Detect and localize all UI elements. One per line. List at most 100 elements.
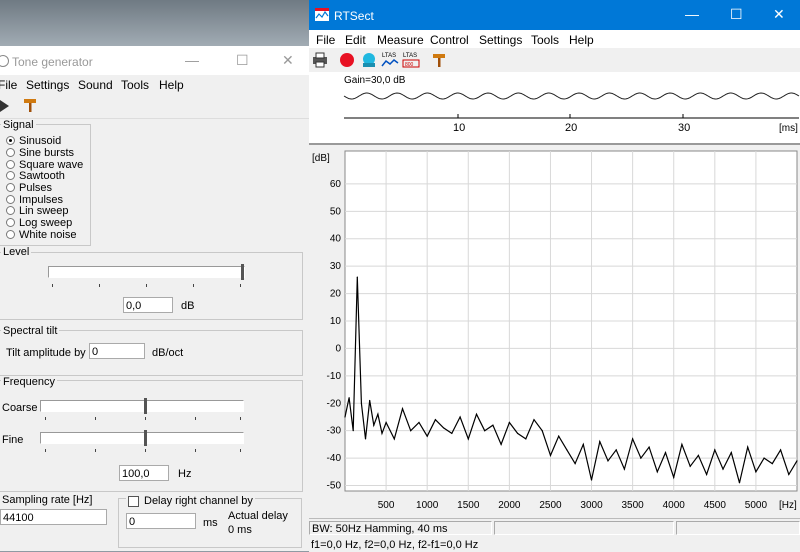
radio-pulses[interactable]: Pulses [6, 182, 52, 194]
menu-settings[interactable]: Settings [479, 33, 522, 47]
data-point [426, 435, 428, 437]
data-point [599, 441, 601, 443]
slider-tick [99, 284, 100, 287]
coarse-slider[interactable] [40, 400, 244, 412]
menu-edit[interactable]: Edit [345, 33, 366, 47]
status-bar: BW: 50Hz Hamming, 40 ms f1=0,0 Hz, f2=0,… [309, 518, 800, 552]
y-tick-label: -30 [327, 426, 342, 437]
radio-lin-sweep[interactable]: Lin sweep [6, 205, 69, 217]
data-point [664, 452, 667, 454]
checkbox-icon [128, 495, 139, 507]
x-tick-label: 3000 [580, 500, 603, 511]
menu-control[interactable]: Control [430, 33, 469, 47]
fine-slider[interactable] [40, 432, 244, 444]
tone-generator-window: Tone generator — ☐ ✕ File Settings Sound… [0, 46, 310, 551]
radio-sinusoid[interactable]: Sinusoid [6, 135, 61, 147]
y-tick-label: -10 [327, 371, 342, 382]
data-point [788, 473, 790, 476]
radio-log-sweep[interactable]: Log sweep [6, 217, 72, 229]
data-point [377, 413, 379, 415]
sampling-rate-input[interactable]: 44100 [0, 509, 107, 525]
minimize-icon[interactable]: — [685, 6, 699, 22]
monitor-icon[interactable] [361, 52, 377, 68]
data-point [706, 473, 708, 476]
tools-icon[interactable] [431, 51, 447, 69]
level-slider[interactable] [48, 266, 245, 278]
data-point [763, 457, 765, 459]
data-point [558, 435, 560, 437]
data-point [697, 454, 699, 456]
coarse-slider-thumb[interactable] [144, 398, 147, 414]
radio-icon [6, 229, 15, 239]
app-icon [315, 8, 329, 21]
minimize-icon[interactable]: — [185, 52, 199, 68]
radio-icon [6, 159, 15, 169]
tilt-unit: dB/oct [152, 347, 184, 359]
delay-checkbox[interactable]: Delay right channel by [126, 495, 255, 507]
print-icon[interactable] [312, 52, 328, 68]
coarse-label: Coarse [2, 402, 38, 414]
menu-help[interactable]: Help [159, 78, 184, 92]
slider-tick [45, 417, 46, 420]
level-slider-thumb[interactable] [241, 264, 244, 280]
toolbar: LTAS LTAS 800 [309, 48, 800, 73]
radio-selected-icon [6, 135, 15, 145]
menu-help[interactable]: Help [569, 33, 594, 47]
y-tick-labels: 60 50 40 30 20 10 0 -10 -20 -30 -40 -50 [327, 179, 342, 492]
menu-measure[interactable]: Measure [377, 33, 424, 47]
fine-slider-thumb[interactable] [144, 430, 147, 446]
menu-tools[interactable]: Tools [121, 78, 149, 92]
y-axis-label: [dB] [312, 153, 330, 164]
y-tick-label: 50 [330, 206, 342, 217]
data-point [549, 454, 552, 456]
slider-tick [240, 417, 241, 420]
menu-tools[interactable]: Tools [531, 33, 559, 47]
data-point [525, 438, 527, 440]
radio-sine-bursts[interactable]: Sine bursts [6, 147, 74, 159]
slider-tick [195, 417, 196, 420]
level-group-label: Level [1, 246, 32, 258]
level-unit: dB [181, 300, 195, 312]
ltas-800-icon[interactable]: LTAS 800 [402, 50, 420, 70]
radio-white-noise[interactable]: White noise [6, 229, 76, 241]
data-point [500, 443, 502, 445]
frequency-input[interactable]: 100,0 [119, 465, 169, 481]
frequency-unit: Hz [178, 468, 192, 480]
time-tick-label: 10 [453, 122, 465, 134]
maximize-icon[interactable]: ☐ [236, 52, 249, 69]
ltas-icon-text: LTAS [382, 53, 396, 59]
menu-file[interactable]: File [316, 33, 335, 47]
data-point [467, 438, 469, 440]
tilt-amplitude-input[interactable]: 0 [89, 343, 145, 359]
x-tick-labels: 500 1000 1500 2000 2500 3000 3500 4000 4500 5000 [378, 500, 768, 511]
slider-tick [146, 284, 147, 287]
data-point [607, 460, 609, 462]
rtsect-titlebar[interactable]: RTSect — ☐ ✕ [309, 0, 800, 30]
maximize-icon[interactable]: ☐ [730, 6, 743, 23]
play-icon[interactable] [0, 100, 10, 112]
data-point [401, 408, 404, 410]
record-icon[interactable] [339, 52, 355, 68]
toolbar [0, 94, 309, 119]
radio-sawtooth[interactable]: Sawtooth [6, 170, 65, 182]
tools-icon[interactable] [22, 96, 38, 114]
x-tick-label: 1000 [416, 500, 439, 511]
data-point [356, 276, 358, 278]
close-icon[interactable]: ✕ [773, 6, 785, 23]
delay-input[interactable]: 0 [126, 513, 196, 529]
data-point [492, 424, 494, 426]
ltas-icon[interactable]: LTAS [381, 50, 399, 70]
menu-file[interactable]: File [0, 78, 17, 92]
data-point [755, 471, 757, 473]
data-point [348, 397, 350, 399]
x-tick-label: 5000 [745, 500, 768, 511]
data-point [364, 438, 367, 440]
x-tick-label: 2000 [498, 500, 521, 511]
menu-sound[interactable]: Sound [78, 78, 113, 92]
radio-label: Pulses [19, 182, 53, 194]
close-icon[interactable]: ✕ [282, 52, 294, 69]
tone-generator-titlebar[interactable]: Tone generator — ☐ ✕ [0, 46, 309, 76]
y-tick-label: 60 [330, 179, 342, 190]
level-input[interactable]: 0,0 [123, 297, 173, 313]
menu-settings[interactable]: Settings [26, 78, 69, 92]
